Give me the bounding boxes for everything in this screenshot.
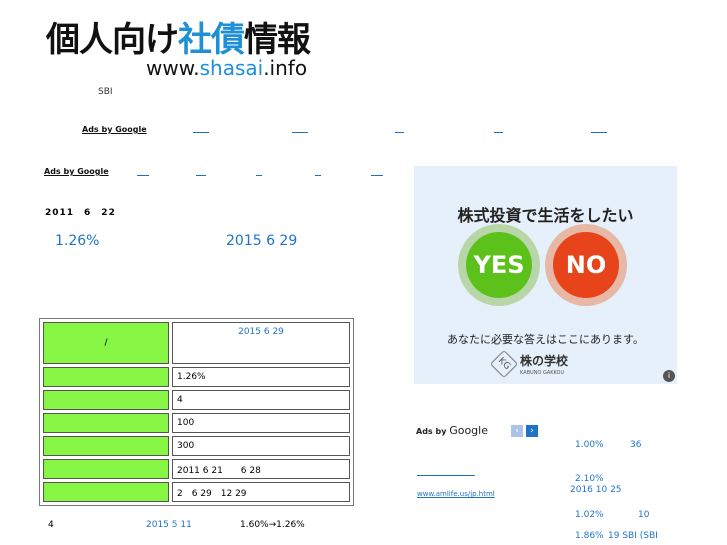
- school-name: 株の学校: [520, 354, 569, 368]
- ads-by-google-label-1[interactable]: Ads by Google: [82, 125, 147, 134]
- value-cell: 2011 6 21 6 28: [172, 459, 350, 479]
- value-cell: 300: [172, 436, 350, 456]
- right-num-1: 36: [630, 440, 642, 450]
- right-num-4: 19 SBI (SBI: [608, 531, 658, 541]
- right-ads-label[interactable]: Ads by Google: [416, 424, 488, 437]
- google-wordmark: Google: [449, 424, 488, 437]
- url-suffix: .info: [263, 56, 308, 80]
- right-ad-link[interactable]: [417, 475, 475, 476]
- right-ads-prefix: Ads by: [416, 427, 447, 436]
- ad-link-7[interactable]: [196, 175, 206, 176]
- table-row: 2 6 29 12 29: [43, 482, 350, 502]
- kg-emblem-icon: KG: [489, 349, 519, 379]
- footer-rate-change: 1.60%→1.26%: [240, 520, 305, 530]
- top-note: SBI: [98, 87, 113, 97]
- no-button[interactable]: NO: [545, 224, 627, 306]
- header-label-cell: /: [43, 322, 169, 364]
- ad-link-4[interactable]: [494, 132, 503, 133]
- right-rate-1: 1.00%: [575, 440, 604, 450]
- ad-link-1[interactable]: [193, 132, 209, 133]
- table-row: 1.26%: [43, 367, 350, 387]
- no-label: NO: [553, 232, 619, 298]
- ad-link-2[interactable]: [292, 132, 308, 133]
- table-row: / 2015 6 29: [43, 322, 350, 364]
- value-cell: 4: [172, 390, 350, 410]
- ad-link-6[interactable]: [137, 175, 149, 176]
- label-cell: [43, 459, 169, 479]
- right-num-3: 10: [638, 510, 650, 520]
- logo-title-part1: 個人向け: [46, 20, 179, 60]
- value-cell: 1.26%: [172, 367, 350, 387]
- ad-link-3[interactable]: [395, 132, 404, 133]
- right-rate-2: 2.10%: [575, 474, 604, 484]
- label-cell: [43, 390, 169, 410]
- ads-by-google-label-2[interactable]: Ads by Google: [44, 167, 109, 176]
- table-row: 100: [43, 413, 350, 433]
- school-logo: KG 株の学校 KABUNO GAKKOU: [489, 349, 594, 380]
- yes-label: YES: [466, 232, 532, 298]
- prev-ad-button[interactable]: ‹: [511, 425, 523, 437]
- bond-info-table: / 2015 6 29 1.26% 4 100 300 2011 6 21 6 …: [39, 318, 354, 506]
- footer-date: 2015 5 11: [146, 520, 192, 530]
- banner-ad[interactable]: 株式投資で生活をしたい YES NO あなたに必要な答えはここにあります。 KG…: [414, 166, 677, 384]
- label-cell: [43, 436, 169, 456]
- right-num-2: 2016 10 25: [570, 485, 622, 495]
- rate-summary: 1.26%: [55, 233, 100, 249]
- table-row: 300: [43, 436, 350, 456]
- ad-link-5[interactable]: [591, 132, 607, 133]
- ad-link-9[interactable]: [315, 175, 321, 176]
- site-url[interactable]: www.shasai.info: [146, 56, 307, 80]
- header-value-cell: 2015 6 29: [172, 322, 350, 364]
- table-row: 4: [43, 390, 350, 410]
- right-rate-3: 1.02%: [575, 510, 604, 520]
- banner-headline: 株式投資で生活をしたい: [457, 206, 634, 225]
- logo-title-part2: 社債: [178, 20, 245, 60]
- maturity-summary: 2015 6 29: [226, 233, 298, 249]
- ad-link-8[interactable]: [256, 175, 262, 176]
- label-cell: [43, 367, 169, 387]
- logo-title-part3: 情報: [244, 20, 311, 60]
- url-mid: shasai: [199, 56, 264, 80]
- banner-subtext: あなたに必要な答えはここにあります。: [447, 333, 644, 346]
- label-cell: [43, 413, 169, 433]
- yes-button[interactable]: YES: [458, 224, 540, 306]
- value-cell: 100: [172, 413, 350, 433]
- issue-date: 2011 6 22: [45, 208, 116, 218]
- school-sub: KABUNO GAKKOU: [520, 370, 565, 376]
- next-ad-button[interactable]: ›: [526, 425, 538, 437]
- ad-info-icon[interactable]: i: [663, 370, 675, 382]
- value-cell: 2 6 29 12 29: [172, 482, 350, 502]
- site-logo-title[interactable]: 個人向け社債情報: [46, 12, 311, 61]
- url-prefix: www.: [146, 56, 200, 80]
- right-rate-4: 1.86%: [575, 531, 604, 541]
- footer-count: 4: [48, 520, 54, 530]
- ad-link-10[interactable]: [371, 175, 383, 176]
- right-ad-url[interactable]: www.amlife.us/jp.html: [417, 490, 495, 498]
- label-cell: [43, 482, 169, 502]
- table-row: 2011 6 21 6 28: [43, 459, 350, 479]
